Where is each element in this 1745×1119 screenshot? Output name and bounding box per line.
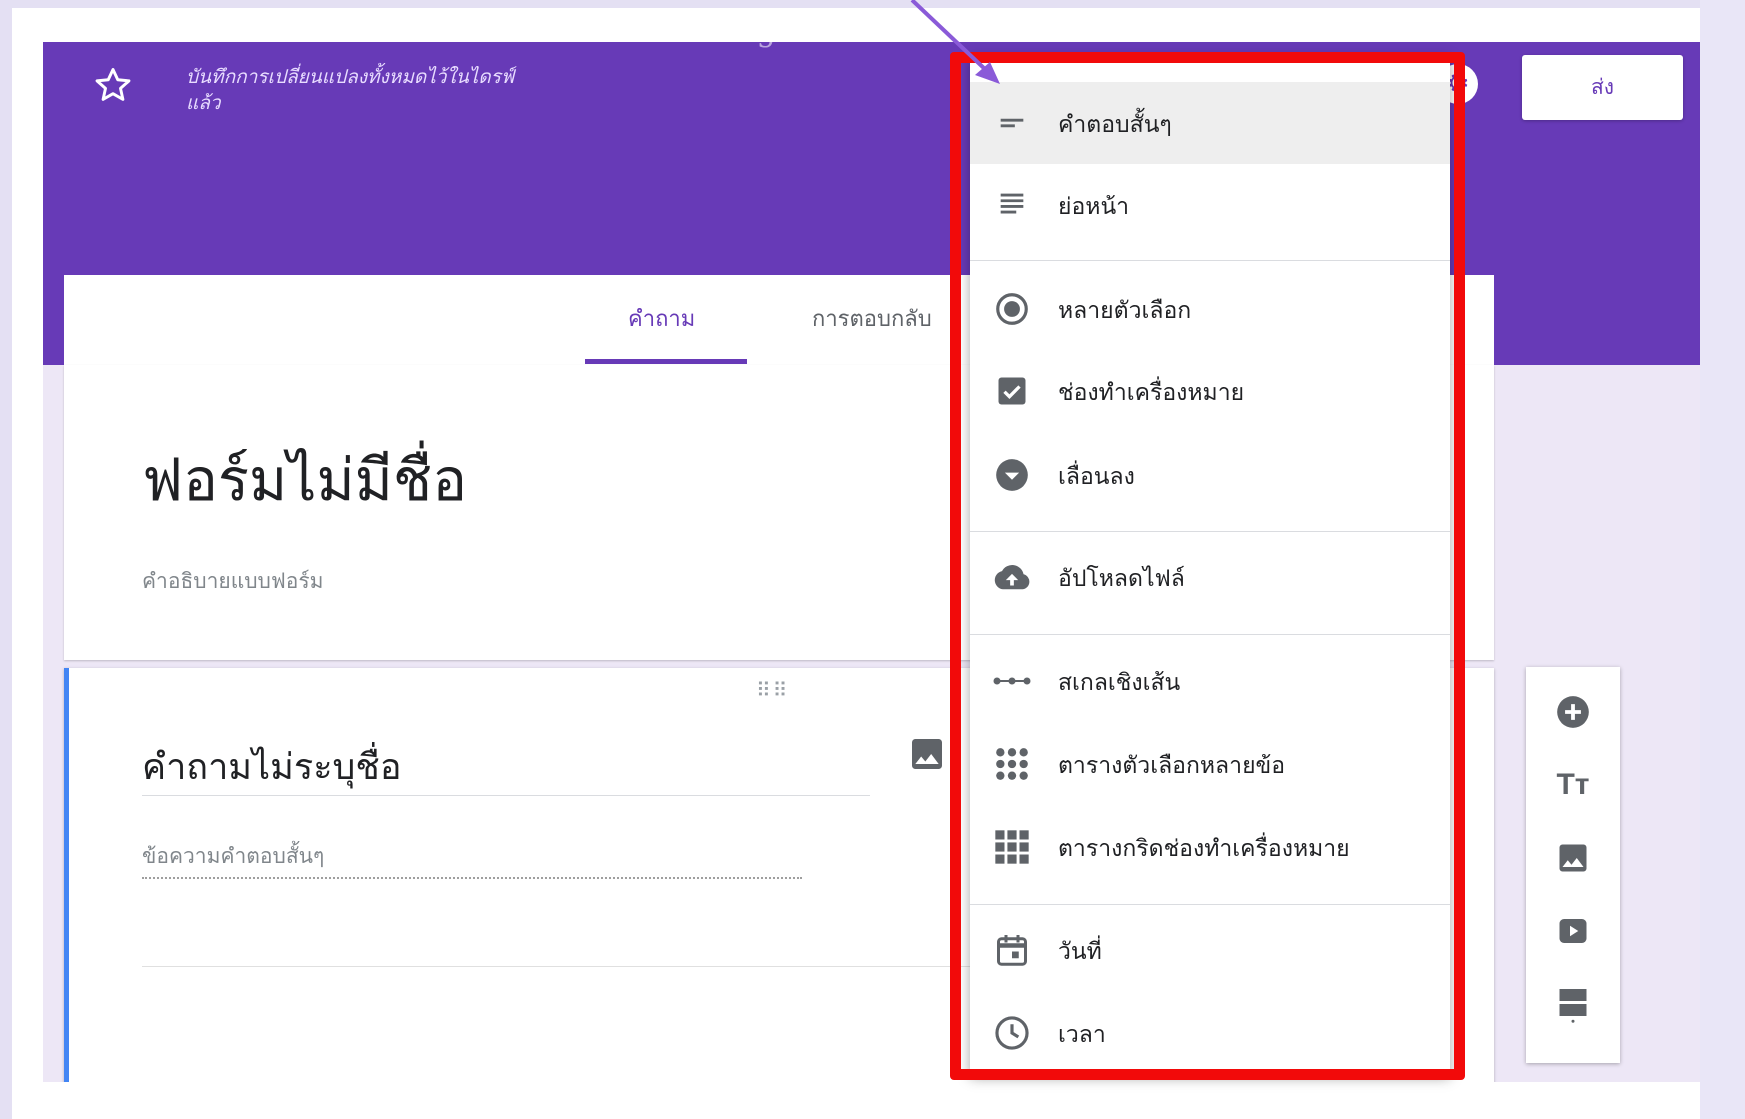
side-toolbar: Tт — [1526, 667, 1620, 1063]
short-answer-underline — [142, 877, 802, 879]
form-title[interactable]: ฟอร์มไม่มีชื่อ — [142, 433, 467, 526]
page-frame-left — [0, 0, 12, 1119]
question-title-underline — [142, 795, 870, 796]
caption-text: ขอแสดงบันทึกที่มีช่องคำตอบใน Google Form… — [278, 14, 1029, 49]
add-section-button[interactable] — [1553, 984, 1593, 1024]
tab-responses[interactable]: การตอบกลับ — [812, 301, 932, 336]
send-button[interactable]: ส่ง — [1522, 55, 1683, 120]
section-icon — [1559, 989, 1587, 1023]
highlight-box — [950, 52, 1465, 1080]
video-icon — [1559, 919, 1587, 943]
active-tab-indicator — [585, 359, 747, 364]
tab-questions[interactable]: คำถาม — [628, 301, 695, 336]
text-icon: Tт — [1556, 768, 1590, 801]
save-status: บันทึกการเปลี่ยนแปลงทั้งหมดไว้ในไดรฟ์แล้… — [186, 66, 515, 114]
add-video-button[interactable] — [1553, 911, 1593, 951]
add-title-button[interactable]: Tт — [1553, 765, 1593, 805]
add-question-button[interactable] — [1553, 692, 1593, 732]
add-image-button[interactable] — [1553, 838, 1593, 878]
page-frame-right — [1700, 0, 1745, 1119]
short-answer-placeholder: ข้อความคำตอบสั้นๆ — [142, 844, 325, 868]
add-circle-icon — [1557, 696, 1589, 728]
image-icon — [1559, 844, 1587, 872]
drag-handle-icon[interactable]: ⠿⠿ — [756, 678, 789, 702]
page-frame-top — [0, 0, 1745, 8]
question-title-field[interactable]: คำถามไม่ระบุชื่อ — [142, 738, 401, 795]
form-description-field[interactable]: คำอธิบายแบบฟอร์ม — [142, 565, 324, 598]
image-icon[interactable] — [907, 734, 947, 774]
star-icon[interactable] — [91, 64, 135, 108]
question-accent-bar — [64, 668, 69, 1082]
